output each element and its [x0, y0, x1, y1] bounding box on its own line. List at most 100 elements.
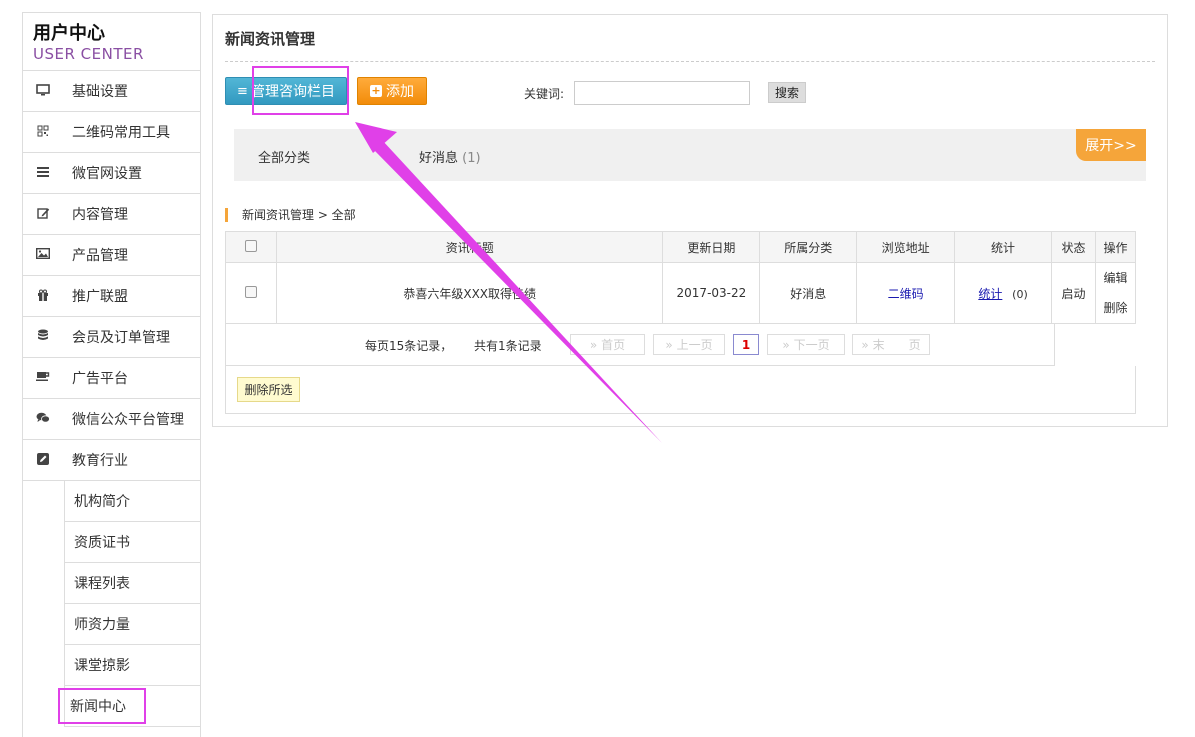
- database-icon: [23, 329, 63, 345]
- sidebar-item-wechat[interactable]: 微信公众平台管理: [23, 399, 200, 440]
- chat-icon: [23, 412, 63, 427]
- sidebar-item-content[interactable]: 内容管理: [23, 194, 200, 235]
- breadcrumb: 新闻资讯管理 > 全部: [225, 208, 356, 222]
- category-all[interactable]: 全部分类: [258, 147, 310, 166]
- add-button[interactable]: + 添加: [357, 77, 427, 105]
- sidebar-item-basic-settings[interactable]: 基础设置: [23, 71, 200, 112]
- add-label: 添加: [386, 84, 414, 100]
- pager-current[interactable]: 1: [733, 334, 759, 355]
- stats-count: (0): [1012, 287, 1028, 301]
- sidebar-sub-item-about[interactable]: 机构简介: [23, 481, 200, 522]
- sidebar-sub-item-label: 机构简介: [64, 481, 200, 522]
- delete-selected-button[interactable]: 删除所选: [237, 377, 300, 402]
- row-checkbox[interactable]: [244, 285, 257, 298]
- row-select-cell: [225, 262, 277, 324]
- pager-total: 共有1条记录: [474, 339, 542, 353]
- table-footer: 删除所选: [225, 366, 1136, 414]
- header-actions: 操作: [1094, 231, 1137, 263]
- image-icon: [23, 247, 63, 262]
- sidebar-item-label: 基础设置: [72, 84, 128, 100]
- header-date: 更新日期: [662, 231, 761, 263]
- row-actions-cell: 编辑 删除: [1094, 262, 1137, 324]
- sidebar-sub-item-label: 课堂掠影: [64, 645, 200, 686]
- sidebar-item-affiliate[interactable]: 推广联盟: [23, 276, 200, 317]
- table-header-row: 资讯标题 更新日期 所属分类 浏览地址 统计 状态 操作: [225, 231, 1137, 263]
- sidebar-sub-item-label: 课程列表: [64, 563, 200, 604]
- category-name: 好消息: [419, 151, 459, 166]
- brand-title: 用户中心: [33, 23, 105, 44]
- list-icon: [23, 166, 63, 180]
- brand: 用户中心 USER CENTER: [23, 13, 200, 71]
- pager-prev[interactable]: » 上一页: [653, 334, 725, 355]
- edit-link[interactable]: 编辑: [1096, 263, 1135, 293]
- qrcode-icon: [23, 125, 63, 140]
- delete-link[interactable]: 删除: [1096, 293, 1135, 323]
- header-title: 资讯标题: [275, 231, 664, 263]
- sidebar-sub-item-label: 师资力量: [64, 604, 200, 645]
- plus-icon: +: [370, 84, 382, 97]
- page-title: 新闻资讯管理: [225, 30, 316, 48]
- menu-icon: ≡: [237, 83, 248, 99]
- sidebar: 用户中心 USER CENTER 基础设置 二维码常用工具 微官网设置 内容管理…: [22, 12, 201, 737]
- sidebar-sub-item-certificates[interactable]: 资质证书: [23, 522, 200, 563]
- sidebar-item-education[interactable]: 教育行业: [23, 440, 200, 481]
- sidebar-sub-item-teachers[interactable]: 师资力量: [23, 604, 200, 645]
- sidebar-item-ads[interactable]: 广告平台: [23, 358, 200, 399]
- brand-subtitle: USER CENTER: [33, 45, 144, 63]
- keyword-input[interactable]: [574, 81, 750, 105]
- sidebar-item-label: 广告平台: [72, 371, 128, 387]
- edit-icon: [23, 207, 63, 222]
- pencil-square-icon: [23, 452, 63, 468]
- header-url: 浏览地址: [856, 231, 956, 263]
- sidebar-item-label: 产品管理: [72, 248, 128, 264]
- divider: [225, 61, 1155, 62]
- category-bar: 全部分类 好消息 (1) 展开>>: [234, 129, 1146, 181]
- pager-next[interactable]: » 下一页: [767, 334, 845, 355]
- sidebar-item-label: 微信公众平台管理: [72, 412, 184, 428]
- coffee-icon: [23, 371, 63, 385]
- sidebar-sub-item-news[interactable]: 新闻中心: [23, 686, 200, 727]
- keyword-label: 关键词:: [524, 87, 565, 101]
- pager-last[interactable]: » 末 页: [852, 334, 930, 355]
- search-button[interactable]: 搜索: [768, 82, 806, 103]
- sidebar-sub-item-label: 新闻中心: [58, 686, 200, 727]
- row-url-cell: 二维码: [856, 262, 956, 324]
- qrcode-link[interactable]: 二维码: [888, 287, 924, 301]
- monitor-icon: [23, 83, 63, 99]
- row-status: 启动: [1051, 262, 1096, 324]
- sidebar-item-label: 二维码常用工具: [72, 125, 170, 141]
- main-panel: 新闻资讯管理 ≡ 管理咨询栏目 + 添加 关键词: 搜索 全部分类 好消息 (1…: [212, 14, 1168, 427]
- select-all-cell: [225, 231, 277, 263]
- sidebar-item-label: 内容管理: [72, 207, 128, 223]
- sidebar-sub-item-label: 资质证书: [64, 522, 200, 563]
- stats-link[interactable]: 统计: [978, 287, 1002, 301]
- row-title: 恭喜六年级XXX取得佳绩: [275, 262, 664, 324]
- sidebar-item-products[interactable]: 产品管理: [23, 235, 200, 276]
- row-stats-cell: 统计 (0): [954, 262, 1052, 324]
- row-date: 2017-03-22: [662, 262, 761, 324]
- header-stats: 统计: [954, 231, 1052, 263]
- sidebar-item-label: 会员及订单管理: [72, 330, 170, 346]
- pager: 每页15条记录， 共有1条记录 » 首页 » 上一页 1 » 下一页 » 末 页: [225, 323, 1055, 366]
- sidebar-item-micro-site[interactable]: 微官网设置: [23, 153, 200, 194]
- header-status: 状态: [1051, 231, 1096, 263]
- table-row: 恭喜六年级XXX取得佳绩 2017-03-22 好消息 二维码 统计 (0) 启…: [225, 262, 1137, 324]
- sidebar-item-label: 推广联盟: [72, 289, 128, 305]
- sidebar-sub-item-courses[interactable]: 课程列表: [23, 563, 200, 604]
- category-good-news[interactable]: 好消息 (1): [419, 147, 481, 166]
- gift-icon: [23, 289, 63, 304]
- sidebar-item-label: 微官网设置: [72, 166, 142, 182]
- news-table: 资讯标题 更新日期 所属分类 浏览地址 统计 状态 操作 恭喜六年级XXX取得佳…: [225, 231, 1137, 324]
- select-all-checkbox[interactable]: [244, 239, 257, 252]
- header-category: 所属分类: [759, 231, 858, 263]
- sidebar-item-members-orders[interactable]: 会员及订单管理: [23, 317, 200, 358]
- pager-per-page: 每页15条记录，: [365, 339, 453, 353]
- category-count: (1): [462, 151, 481, 166]
- expand-button[interactable]: 展开>>: [1076, 129, 1146, 161]
- sidebar-item-label: 教育行业: [72, 453, 128, 469]
- sidebar-item-qrcode-tools[interactable]: 二维码常用工具: [23, 112, 200, 153]
- row-category: 好消息: [759, 262, 858, 324]
- pager-first[interactable]: » 首页: [570, 334, 645, 355]
- annotation-highlight-box: [252, 66, 349, 115]
- sidebar-sub-item-gallery[interactable]: 课堂掠影: [23, 645, 200, 686]
